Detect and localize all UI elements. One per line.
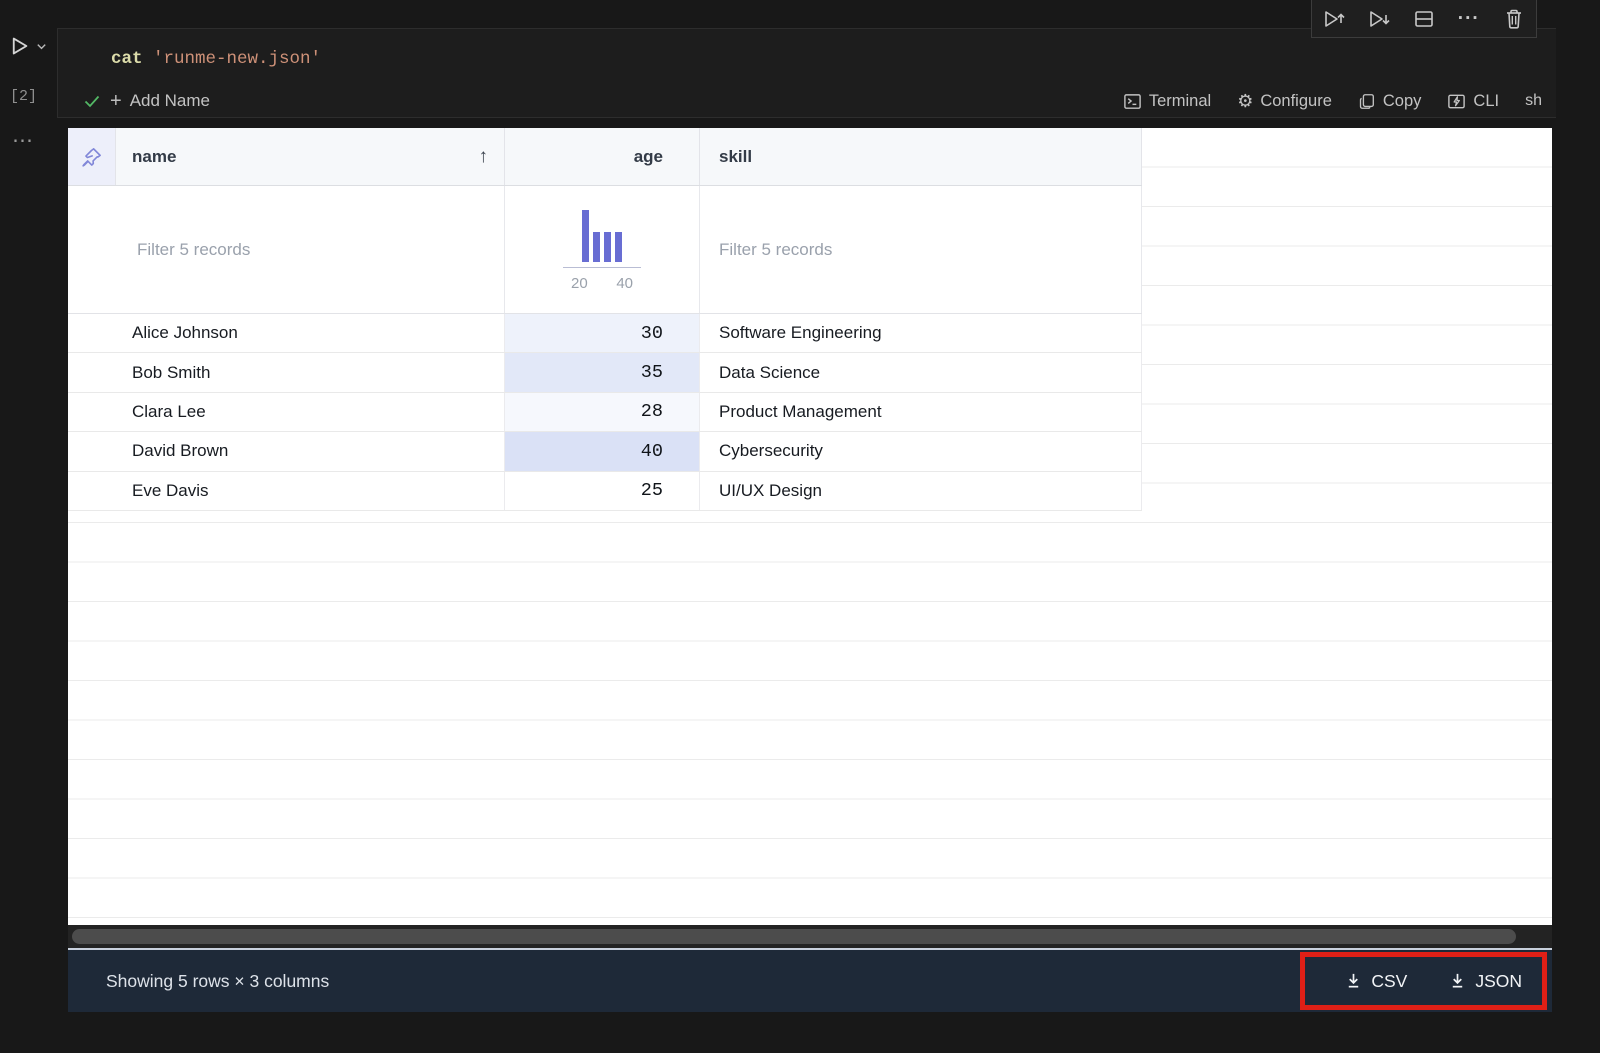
name-filter-placeholder: Filter 5 records xyxy=(137,239,251,259)
cell-age: 40 xyxy=(505,432,700,471)
table-row[interactable]: Eve Davis 25 UI/UX Design xyxy=(68,471,1142,511)
success-check-icon xyxy=(82,91,102,111)
cell-age: 25 xyxy=(505,471,700,510)
notebook-left-rail: [2] ⋯ xyxy=(0,0,68,1053)
age-filter-histogram[interactable]: 20 40 xyxy=(505,186,700,313)
table-row[interactable]: Bob Smith 35 Data Science xyxy=(68,353,1142,393)
histogram-bar xyxy=(582,209,589,262)
tick-label-min: 20 xyxy=(571,274,588,292)
histogram-tick-labels: 20 40 xyxy=(571,275,633,292)
delete-cell-button[interactable] xyxy=(1497,4,1531,34)
cli-label: CLI xyxy=(1473,91,1500,110)
split-cell-icon xyxy=(1412,7,1436,31)
cell-name: David Brown xyxy=(68,432,505,471)
terminal-icon xyxy=(1123,92,1142,111)
execute-below-button[interactable] xyxy=(1362,4,1396,34)
column-label-name: name xyxy=(132,146,177,166)
cell-name: Eve Davis xyxy=(68,471,505,510)
perspective-table: name ↑ age skill Filter 5 records 20 40 … xyxy=(68,128,1142,511)
download-icon xyxy=(1449,972,1466,990)
cell-age: 28 xyxy=(505,392,700,432)
output-footer: Showing 5 rows × 3 columns CSV JSON xyxy=(68,948,1552,1012)
code-cell[interactable]: cat 'runme-new.json' + Add Name Terminal… xyxy=(57,28,1556,118)
cell-skill: Product Management xyxy=(700,392,1142,432)
cell-skill: UI/UX Design xyxy=(700,471,1142,510)
horizontal-scrollbar[interactable] xyxy=(68,925,1552,948)
add-name-label: Add Name xyxy=(129,91,211,110)
execute-above-icon xyxy=(1321,7,1347,31)
more-actions-icon: ··· xyxy=(1457,7,1480,29)
cell-name: Alice Johnson xyxy=(68,314,505,353)
cli-button[interactable]: CLI xyxy=(1447,92,1499,111)
cell-skill: Cybersecurity xyxy=(700,432,1142,471)
split-cell-button[interactable] xyxy=(1407,4,1441,34)
copy-button[interactable]: Copy xyxy=(1358,91,1422,111)
cell-status-bar: + Add Name Terminal ⚙ Configure Copy CLI… xyxy=(58,85,1556,117)
copy-label: Copy xyxy=(1382,91,1422,110)
output-data-grid: name ↑ age skill Filter 5 records 20 40 … xyxy=(68,128,1552,925)
export-actions: CSV JSON xyxy=(1345,971,1522,992)
table-row[interactable]: Clara Lee 28 Product Management xyxy=(68,392,1142,433)
scrollbar-thumb[interactable] xyxy=(72,929,1516,944)
column-header-name[interactable]: name ↑ xyxy=(116,128,505,185)
execute-below-icon xyxy=(1366,7,1392,31)
code-argument: 'runme-new.json' xyxy=(153,49,322,69)
chevron-down-icon[interactable] xyxy=(35,40,48,53)
histogram-axis xyxy=(563,266,641,268)
execute-above-button[interactable] xyxy=(1317,4,1351,34)
execution-count: [2] xyxy=(10,88,38,105)
cell-skill: Software Engineering xyxy=(700,314,1142,353)
skill-filter-placeholder: Filter 5 records xyxy=(719,239,833,259)
table-row[interactable]: Alice Johnson 30 Software Engineering xyxy=(68,314,1142,354)
download-icon xyxy=(1345,972,1362,990)
histogram-bar xyxy=(593,231,600,262)
plus-icon: + xyxy=(110,89,122,112)
configure-label: Configure xyxy=(1260,91,1332,110)
cell-name: Clara Lee xyxy=(68,392,505,432)
name-filter-input[interactable]: Filter 5 records xyxy=(68,186,505,313)
cell-skill: Data Science xyxy=(700,353,1142,392)
histogram-bars xyxy=(582,208,622,262)
column-header-age[interactable]: age xyxy=(505,128,700,185)
pin-icon xyxy=(79,144,105,170)
add-name-button[interactable]: + Add Name xyxy=(110,90,210,113)
table-header-row: name ↑ age skill xyxy=(68,128,1142,186)
cli-icon xyxy=(1447,92,1466,111)
language-selector[interactable]: sh xyxy=(1525,92,1542,110)
sort-ascending-icon[interactable]: ↑ xyxy=(479,146,489,168)
json-label: JSON xyxy=(1475,970,1522,991)
terminal-label: Terminal xyxy=(1148,91,1212,110)
skill-filter-input[interactable]: Filter 5 records xyxy=(700,186,1142,313)
histogram-bar xyxy=(604,231,611,262)
copy-icon xyxy=(1358,92,1376,111)
run-cell-icon[interactable] xyxy=(8,34,31,58)
csv-label: CSV xyxy=(1371,970,1408,991)
tick-label-max: 40 xyxy=(616,274,633,292)
column-label-skill: skill xyxy=(719,146,753,166)
cell-age: 30 xyxy=(505,314,700,353)
gear-icon: ⚙ xyxy=(1237,90,1254,111)
export-json-button[interactable]: JSON xyxy=(1449,971,1522,992)
run-cell-button[interactable] xyxy=(8,33,48,59)
export-csv-button[interactable]: CSV xyxy=(1345,971,1407,992)
cell-name: Bob Smith xyxy=(68,353,505,392)
delete-cell-icon xyxy=(1503,7,1525,31)
more-actions-button[interactable]: ··· xyxy=(1452,4,1486,34)
column-label-age: age xyxy=(633,146,663,166)
column-header-skill[interactable]: skill xyxy=(700,128,1142,185)
table-row[interactable]: David Brown 40 Cybersecurity xyxy=(68,432,1142,472)
table-filter-row: Filter 5 records 20 40 Filter 5 records xyxy=(68,186,1142,314)
code-line[interactable]: cat 'runme-new.json' xyxy=(111,49,321,69)
age-histogram-chart[interactable]: 20 40 xyxy=(563,208,641,292)
code-command: cat xyxy=(111,49,143,69)
terminal-button[interactable]: Terminal xyxy=(1123,92,1211,111)
pin-column-button[interactable] xyxy=(68,128,116,185)
row-column-count: Showing 5 rows × 3 columns xyxy=(106,970,330,991)
more-actions-icon[interactable]: ⋯ xyxy=(12,128,35,153)
configure-button[interactable]: ⚙ Configure xyxy=(1237,91,1332,112)
cell-age: 35 xyxy=(505,353,700,392)
histogram-bar xyxy=(615,231,622,262)
cell-toolbar: ··· xyxy=(1311,0,1537,38)
